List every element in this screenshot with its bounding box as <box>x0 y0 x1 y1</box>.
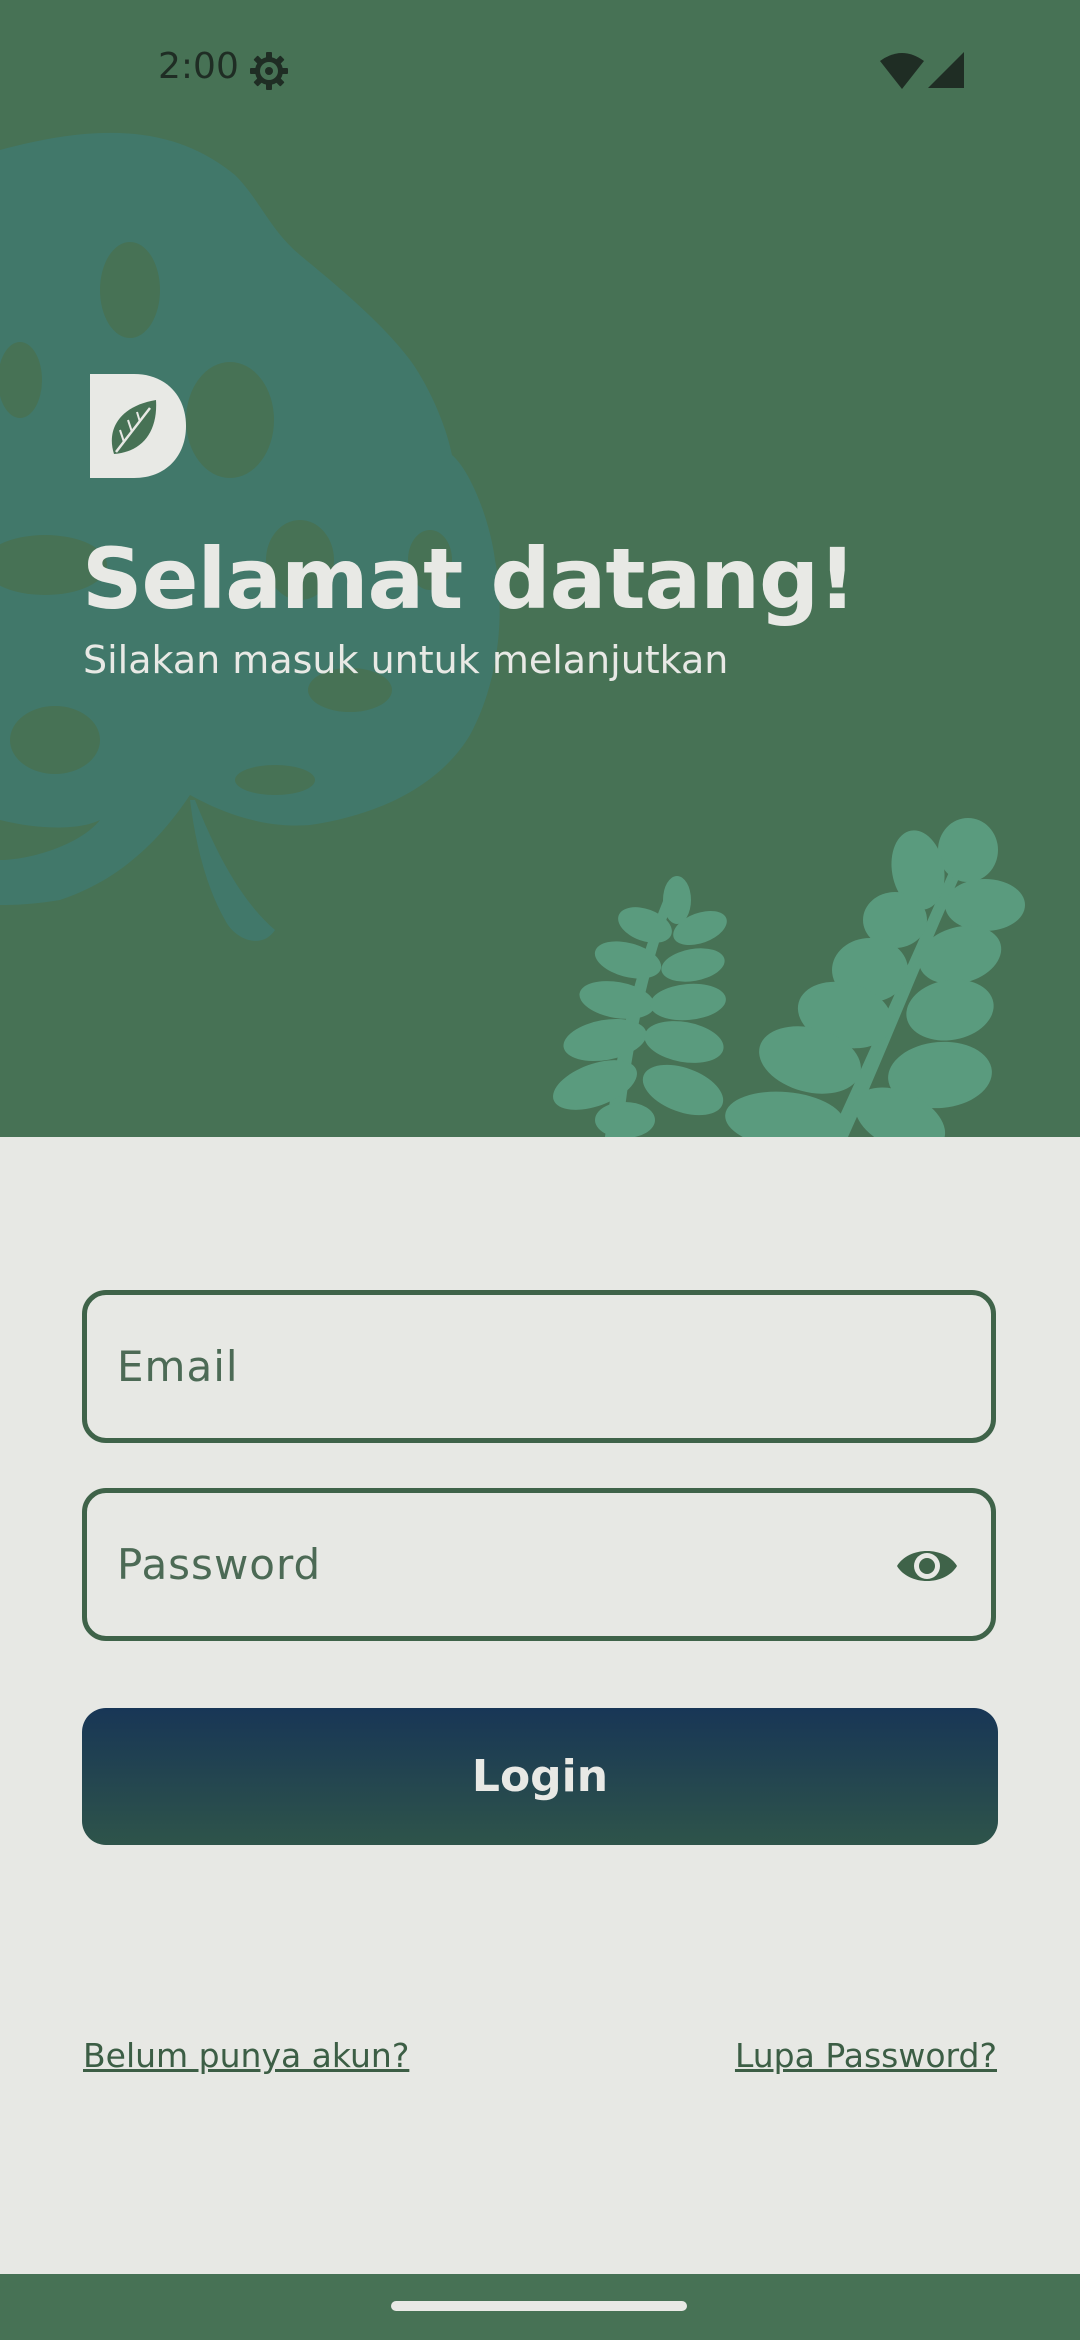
home-gesture-handle[interactable] <box>391 2301 687 2311</box>
wifi-icon <box>880 53 924 89</box>
hero-header: 2:00 Selamat datang! Silakan masuk untuk… <box>0 0 1080 1137</box>
welcome-subtitle: Silakan masuk untuk melanjutkan <box>83 638 729 682</box>
leaf-d-logo-icon <box>90 374 186 478</box>
settings-gear-icon <box>250 52 288 90</box>
email-input[interactable] <box>117 1295 917 1438</box>
email-field[interactable] <box>82 1290 996 1443</box>
status-bar: 2:00 <box>0 0 1080 140</box>
forgot-password-link[interactable]: Lupa Password? <box>735 2036 997 2075</box>
fern-right <box>725 818 1025 1137</box>
welcome-title: Selamat datang! <box>82 530 856 628</box>
password-input[interactable] <box>117 1493 917 1636</box>
fern-left <box>553 876 727 1137</box>
register-link[interactable]: Belum punya akun? <box>83 2036 409 2075</box>
status-time: 2:00 <box>158 46 239 87</box>
cellular-signal-icon <box>928 52 964 88</box>
eye-icon[interactable] <box>895 1540 959 1592</box>
navigation-bar <box>0 2274 1080 2340</box>
login-button[interactable]: Login <box>82 1708 998 1845</box>
password-field[interactable] <box>82 1488 996 1641</box>
